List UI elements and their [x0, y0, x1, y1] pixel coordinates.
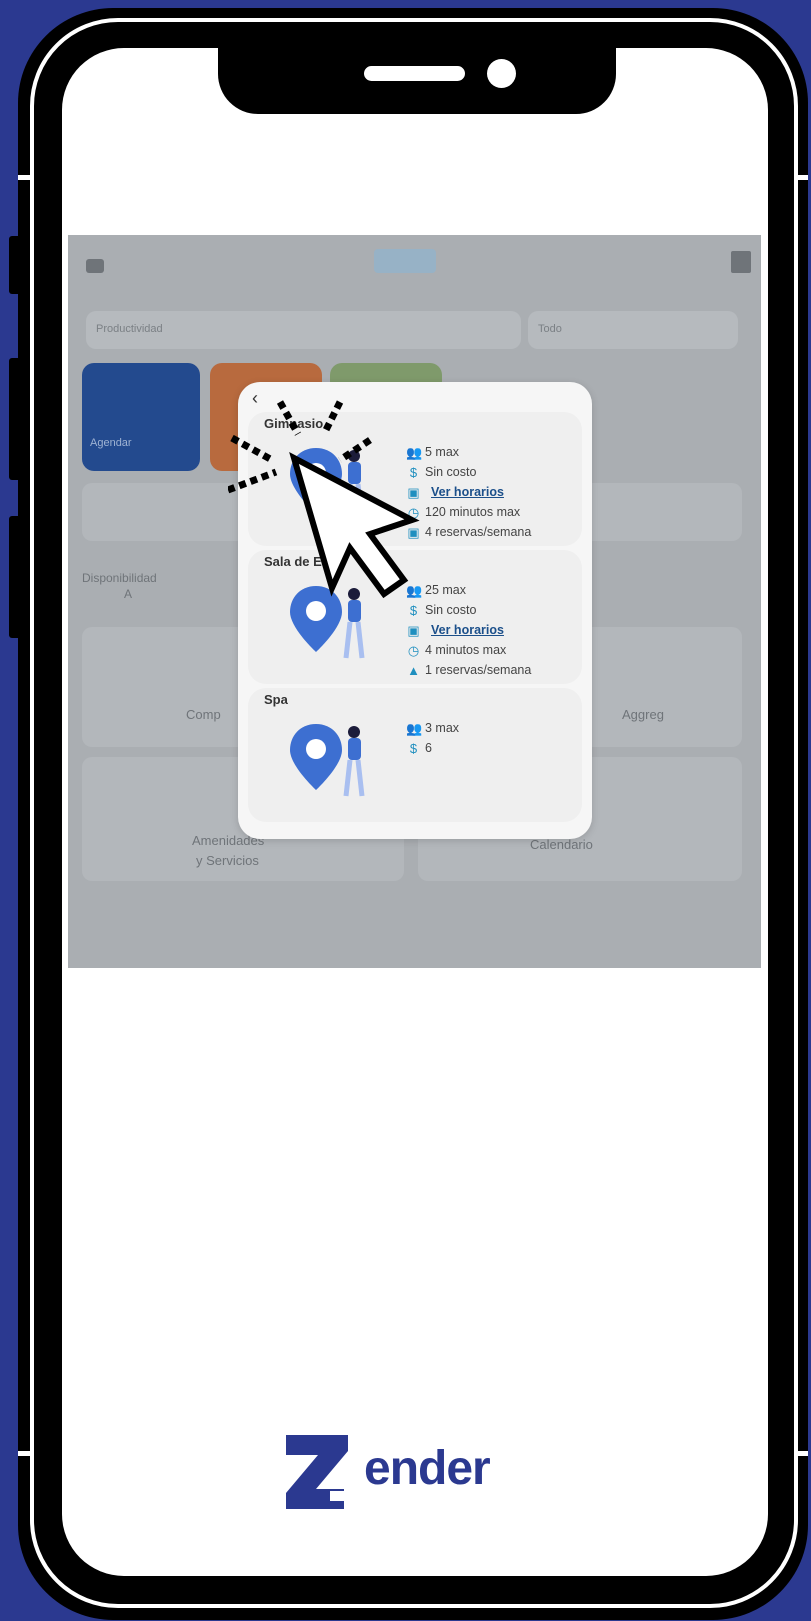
section-disponibilidad: Disponibilidad	[82, 571, 157, 585]
dollar-icon: $	[409, 740, 418, 756]
venue-card-gimnasio[interactable]: Gimnasio 👥 5 max $ Sin costo ▣ Ver horarios…	[248, 412, 582, 546]
schedule-link[interactable]: Ver horarios	[431, 485, 504, 499]
back-button[interactable]: ‹	[252, 388, 258, 409]
filter-select: Todo	[528, 311, 738, 349]
volume-down-button	[9, 516, 22, 638]
app-logo	[374, 249, 436, 273]
location-pin-illustration	[290, 586, 365, 659]
clock-icon: ◷	[407, 642, 420, 658]
venue-info: 👥 3 max $6	[406, 718, 459, 758]
zender-logo: ender	[286, 1435, 536, 1515]
duration: 4 minutos max	[425, 643, 507, 657]
cost: Sin costo	[425, 603, 477, 617]
amenities-modal: ‹ Gimnasio 👥 5 max $ Sin costo ▣ Ver horari…	[238, 382, 592, 839]
venue-name: Gimnasio	[264, 416, 324, 431]
cost: Sin costo	[425, 465, 477, 479]
clock-icon: ◷	[407, 504, 420, 520]
volume-up-button	[9, 358, 22, 480]
speaker-grill	[364, 66, 465, 81]
venue-info: 👥 5 max $ Sin costo ▣ Ver horarios ◷ 120 min…	[406, 442, 531, 542]
people-icon: 👥	[406, 444, 423, 460]
calendar-check-icon: ▣	[407, 524, 420, 540]
hamburger-icon	[86, 259, 104, 273]
warning-icon: ▲	[407, 662, 420, 678]
capacity: 25 max	[425, 583, 466, 597]
tile-agendar-label: Agendar	[90, 437, 132, 449]
tile-agendar: Agendar	[82, 363, 200, 471]
location-pin-illustration	[290, 724, 365, 797]
venue-name: Spa	[264, 692, 288, 707]
calendar-icon: ▣	[407, 622, 420, 638]
location-pin-illustration	[290, 448, 365, 521]
venue-card-sala[interactable]: Sala de E 👥 25 max $ Sin costo ▣ Ver horari…	[248, 550, 582, 684]
dollar-icon: $	[409, 464, 418, 480]
people-icon: 👥	[406, 582, 423, 598]
menu-icon	[731, 251, 751, 273]
front-camera	[487, 59, 516, 88]
zender-wordmark: ender	[364, 1442, 491, 1495]
mute-switch	[9, 236, 22, 294]
feature-card-4-label: Calendario	[530, 837, 593, 852]
duration: 120 minutos max	[425, 505, 521, 519]
venue-info: 👥 25 max $ Sin costo ▣ Ver horarios ◷ 4 minu…	[406, 580, 531, 680]
feature-card-1-label: Comp	[186, 707, 221, 722]
venue-card-spa[interactable]: Spa 👥 3 max $6	[248, 688, 582, 822]
antenna-line	[18, 175, 32, 180]
antenna-line	[794, 175, 808, 180]
phone-notch	[218, 48, 616, 114]
antenna-line	[794, 1451, 808, 1456]
venue-name: Sala de E	[264, 554, 322, 569]
reservations: 4 reservas/semana	[425, 525, 532, 539]
capacity: 3 max	[425, 721, 460, 735]
reservations: 1 reservas/semana	[425, 663, 532, 677]
people-icon: 👥	[406, 720, 423, 736]
zender-logo-mark	[286, 1435, 366, 1509]
section-a: A	[124, 587, 133, 601]
calendar-icon: ▣	[407, 484, 420, 500]
schedule-link[interactable]: Ver horarios	[431, 623, 504, 637]
feature-card-3-label-b: y Servicios	[196, 853, 259, 868]
feature-card-2-label: Aggreg	[622, 707, 664, 722]
capacity: 5 max	[425, 445, 460, 459]
filter-select-value: Todo	[538, 323, 562, 335]
category-select-value: Productividad	[96, 323, 163, 335]
dollar-icon: $	[409, 602, 418, 618]
antenna-line	[18, 1451, 32, 1456]
cost: 6	[425, 741, 432, 755]
category-select: Productividad	[86, 311, 521, 349]
